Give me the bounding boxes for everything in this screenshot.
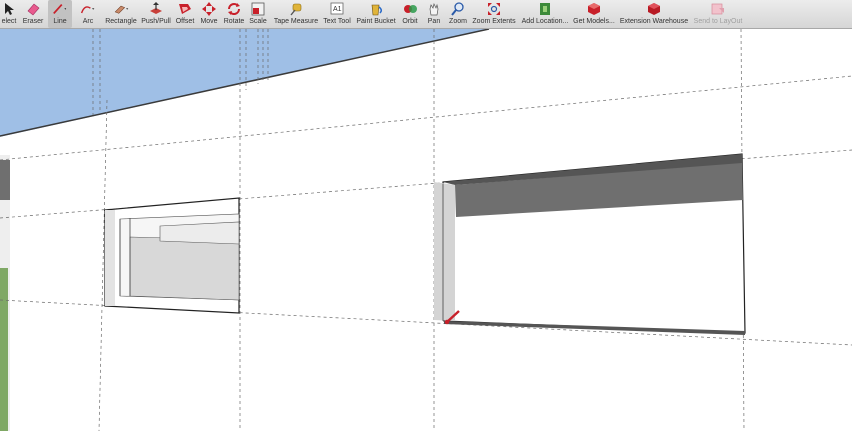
pan-hand-icon	[426, 1, 442, 16]
extension-warehouse-icon	[646, 1, 662, 16]
text-tool-glyph: A1	[333, 6, 342, 13]
rectangle-icon	[113, 1, 129, 16]
window-jamb-reveal	[434, 182, 455, 321]
tool-orbit[interactable]: Orbit	[399, 0, 421, 28]
tool-move[interactable]: Move	[198, 0, 220, 28]
offset-icon	[177, 1, 193, 16]
paint-bucket-icon	[368, 1, 384, 16]
scale-icon	[250, 1, 266, 16]
zoom-extents-icon	[486, 1, 502, 16]
pencil-icon	[52, 1, 68, 16]
eraser-icon	[25, 1, 41, 16]
tool-tape-measure[interactable]: Tape Measure	[272, 0, 320, 28]
tool-zoom[interactable]: Zoom	[447, 0, 469, 28]
tool-paint-bucket[interactable]: Paint Bucket	[354, 0, 398, 28]
text-tool-icon: A1	[329, 1, 345, 16]
rotate-icon	[226, 1, 242, 16]
tool-get-models[interactable]: Get Models...	[572, 0, 616, 28]
right-window-opening	[434, 153, 746, 335]
magnifier-icon	[450, 1, 466, 16]
tool-zoom-extents[interactable]: Zoom Extents	[471, 0, 517, 28]
tool-push-pull[interactable]: Push/Pull	[140, 0, 172, 28]
warehouse-icon	[586, 1, 602, 16]
left-window-opening	[104, 197, 240, 314]
main-toolbar: elect Eraser Line Arc Rectangle Push/Pul…	[0, 0, 852, 29]
tool-rectangle[interactable]: Rectangle	[103, 0, 139, 28]
tool-scale[interactable]: Scale	[247, 0, 269, 28]
tool-send-to-layout[interactable]: Send to LayOut	[692, 0, 744, 28]
tool-arc[interactable]: Arc	[75, 0, 101, 28]
3d-model-viewport[interactable]	[0, 29, 852, 431]
select-arrow-icon	[1, 1, 17, 16]
tool-select[interactable]: elect	[0, 0, 18, 28]
send-to-layout-icon	[710, 1, 726, 16]
push-pull-icon	[148, 1, 164, 16]
arc-icon	[80, 1, 96, 16]
add-location-icon	[537, 1, 553, 16]
left-wall-shadow	[0, 160, 10, 200]
tape-measure-icon	[288, 1, 304, 16]
tool-line[interactable]: Line	[48, 0, 72, 28]
tool-rotate[interactable]: Rotate	[222, 0, 246, 28]
tool-extension-warehouse[interactable]: Extension Warehouse	[618, 0, 690, 28]
tool-text[interactable]: A1 Text Tool	[321, 0, 353, 28]
tool-pan[interactable]: Pan	[424, 0, 444, 28]
tool-offset[interactable]: Offset	[173, 0, 197, 28]
tool-add-location[interactable]: Add Location...	[519, 0, 571, 28]
orbit-icon	[402, 1, 418, 16]
tool-eraser[interactable]: Eraser	[20, 0, 46, 28]
move-icon	[201, 1, 217, 16]
ground-patch	[0, 268, 8, 431]
